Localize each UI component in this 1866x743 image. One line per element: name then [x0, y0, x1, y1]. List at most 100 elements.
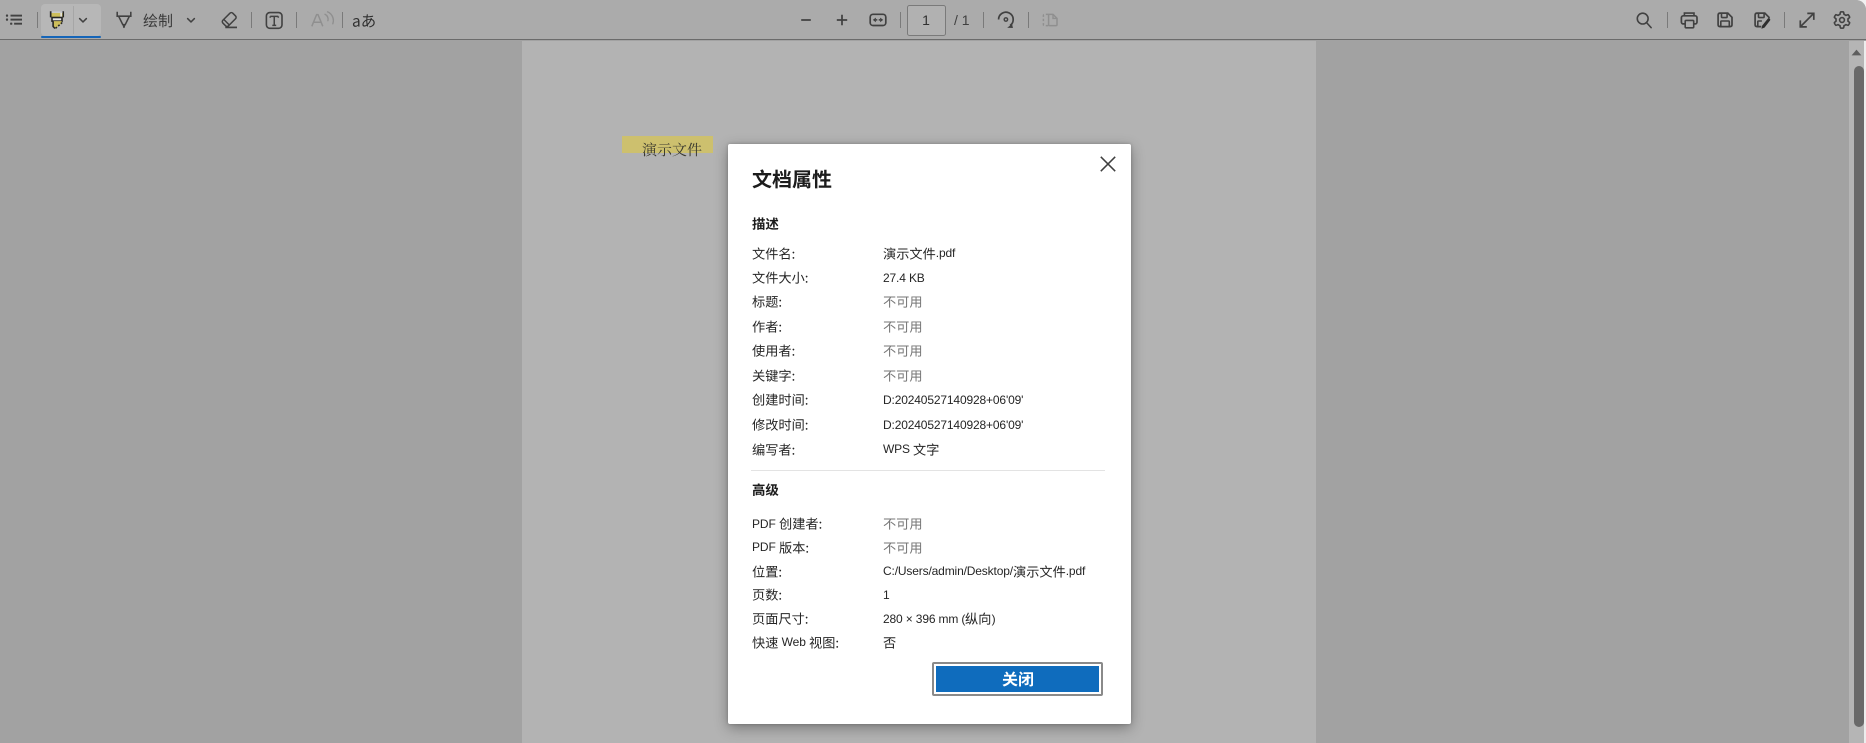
print-button[interactable] [1679, 10, 1699, 30]
active-tool-underline [41, 36, 101, 39]
property-label-glyphs-svg [752, 636, 778, 649]
property-label-glyphs: 使用者: [752, 344, 795, 358]
translate-button[interactable]: aあ [352, 9, 377, 33]
toolbar-divider [251, 12, 252, 28]
property-row: 使用者: 不可用 [752, 339, 1107, 363]
property-row: 修改时间: D:20240527140928+06'09' [752, 413, 1107, 437]
dialog-close-action-button[interactable]: 关闭 [932, 662, 1103, 696]
property-value-run: 280 × 396 mm ( [883, 611, 966, 626]
property-label-glyphs-svg [809, 636, 839, 649]
draw-label: 绘制 [143, 13, 173, 28]
save-as-button[interactable] [1752, 10, 1772, 30]
highlighter-dropdown[interactable] [73, 10, 93, 30]
page-count-label: / 1 [954, 12, 970, 28]
text-box-icon [265, 11, 283, 30]
save-as-icon [1753, 12, 1770, 29]
fit-width-button[interactable] [868, 10, 888, 30]
settings-button[interactable] [1832, 10, 1852, 30]
fit-to-width-icon [868, 13, 887, 27]
property-label-glyphs: 快速 [752, 636, 778, 649]
property-label-glyphs-svg [752, 320, 782, 333]
toolbar: 绘制 aあ / 1 [0, 0, 1866, 40]
toolbar-divider [296, 12, 297, 28]
highlighter-button[interactable] [47, 10, 67, 30]
chevron-down-icon [186, 17, 196, 23]
dialog-title-glyphs: 文档属性 [752, 168, 832, 189]
property-row: 位置: C:/Users/admin/Desktop/演示文件.pdf [752, 559, 1107, 583]
property-label-glyphs: 页面尺寸: [752, 612, 809, 625]
section-divider [751, 470, 1105, 471]
property-label-glyphs-svg [752, 344, 795, 358]
property-value-run: WPS [883, 442, 914, 457]
property-label: 页数: [752, 588, 883, 601]
property-label-glyphs-svg [779, 541, 809, 554]
property-value-glyphs: 纵向 [965, 612, 991, 625]
page-view-icon [1042, 13, 1058, 27]
property-label-glyphs-svg [752, 369, 795, 382]
property-label-glyphs: 位置: [752, 564, 782, 578]
draw-button[interactable]: 绘制 [114, 4, 201, 36]
page-number-input[interactable] [906, 4, 946, 36]
fullscreen-icon [1798, 12, 1815, 28]
property-value-glyphs-svg [883, 321, 922, 333]
scroll-up-icon [1851, 49, 1862, 56]
property-value-run: ) [991, 611, 996, 626]
close-button-glyphs-svg [1001, 671, 1033, 687]
read-aloud-button [311, 8, 337, 34]
property-value-glyphs-svg [1013, 564, 1066, 578]
property-value-glyphs-svg [883, 345, 922, 358]
translate-label-glyphs-svg [353, 14, 376, 28]
search-button[interactable] [1635, 10, 1655, 30]
property-label: PDF 版本: [752, 540, 883, 554]
property-label-glyphs-svg [752, 393, 808, 407]
property-label-glyphs-svg [752, 418, 808, 431]
property-value-glyphs: 演示文件 [1013, 564, 1066, 578]
text-box-button[interactable] [262, 8, 286, 32]
property-row: 文件大小: 27.4 KB [752, 266, 1107, 290]
property-label: 作者: [752, 320, 883, 333]
toolbar-divider [983, 12, 984, 28]
property-label-run: PDF [752, 516, 779, 531]
zoom-out-icon [801, 19, 811, 21]
toolbar-divider [899, 12, 901, 28]
rotate-button[interactable] [996, 10, 1016, 30]
print-icon [1680, 12, 1698, 29]
pdf-viewer-app: 绘制aあ/ 1演示文件文档属性描述文件名:演示文件.pdf文件大小:27.4 K… [0, 0, 1866, 743]
property-label: 使用者: [752, 344, 883, 358]
section-heading-glyphs-svg [752, 216, 779, 230]
property-label-glyphs-svg [752, 295, 782, 308]
property-value: 280 × 396 mm (纵向) [883, 612, 1107, 626]
property-row: 编写者: WPS 文字 [752, 437, 1107, 461]
eraser-button[interactable] [217, 8, 241, 32]
property-value-run: .pdf [1065, 564, 1086, 579]
fullscreen-button[interactable] [1797, 10, 1817, 30]
dialog-title: 文档属性 [752, 168, 832, 189]
property-value: 不可用 [883, 369, 1107, 382]
property-label-glyphs: 文件大小: [752, 271, 809, 284]
close-button[interactable] [1093, 149, 1123, 179]
toc-icon [5, 14, 22, 25]
property-value: 否 [883, 636, 1107, 649]
property-label: 文件名: [752, 247, 883, 260]
property-value: D:20240527140928+06'09' [883, 417, 1024, 432]
property-value-run: C:/Users/admin/Desktop/ [883, 564, 1013, 579]
scroll-up-button[interactable] [1851, 49, 1862, 56]
zoom-in-button[interactable] [832, 10, 852, 30]
save-button[interactable] [1715, 10, 1735, 30]
property-value-glyphs: 否 [883, 636, 896, 649]
section-heading-glyphs: 高级 [752, 483, 779, 496]
property-value: 不可用 [883, 517, 1107, 530]
property-value: 不可用 [883, 344, 1107, 358]
scrollbar-thumb[interactable] [1853, 66, 1864, 727]
zoom-out-button[interactable] [796, 10, 816, 30]
property-value: 不可用 [883, 320, 1107, 333]
property-value-glyphs: 不可用 [883, 295, 923, 308]
property-label-glyphs: 文件名: [752, 247, 795, 260]
toc-button[interactable] [3, 8, 27, 32]
dialog-title-glyphs-svg [752, 168, 832, 188]
toolbar-divider [341, 12, 343, 28]
property-value-glyphs-svg [883, 247, 936, 260]
property-value-glyphs: 文字 [913, 443, 939, 456]
document-properties-dialog: 文档属性描述文件名:演示文件.pdf文件大小:27.4 KB标题:不可用作者:不… [728, 143, 1131, 724]
section-heading-glyphs: 描述 [752, 216, 779, 230]
